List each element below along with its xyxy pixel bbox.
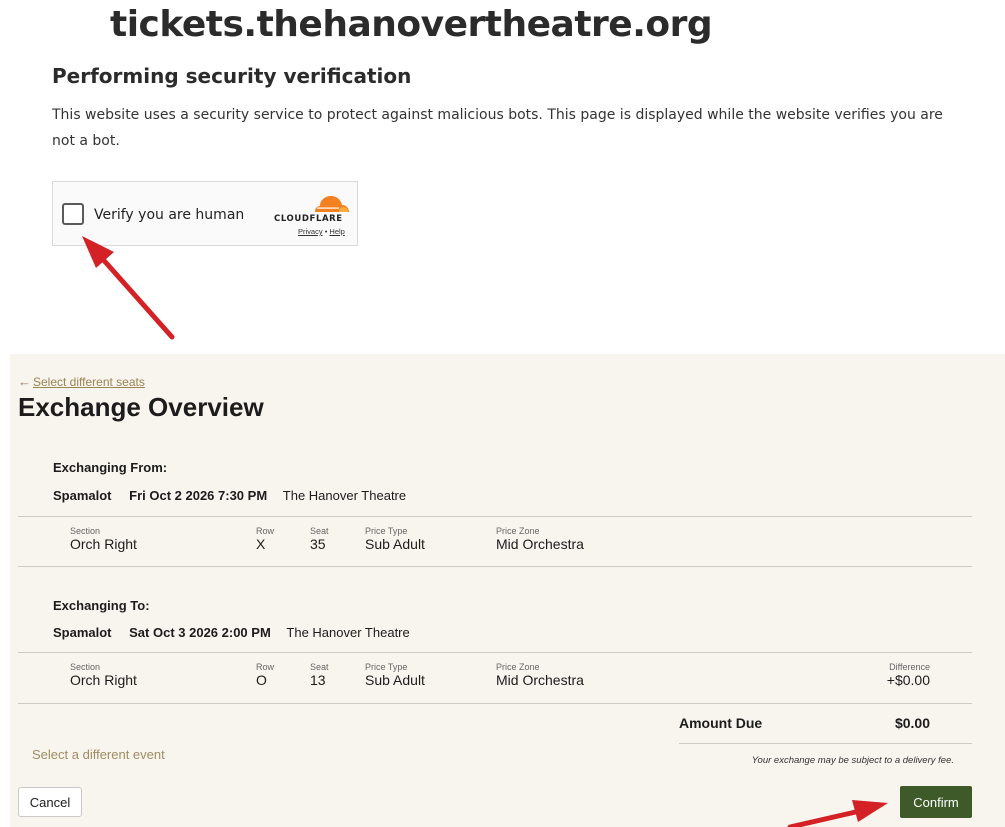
exchange-overview-panel: ← Select different seats Exchange Overvie… [10, 354, 1005, 827]
site-domain: tickets.thehanovertheatre.org [110, 4, 713, 45]
to-section: Section Orch Right [70, 662, 137, 688]
exchanging-to-heading: Exchanging To: [53, 598, 150, 613]
exchanging-from-heading: Exchanging From: [53, 460, 168, 475]
section-value: Orch Right [70, 672, 137, 688]
price-zone-value: Mid Orchestra [496, 672, 584, 688]
price-type-caption: Price Type [365, 662, 408, 672]
arrow-to-checkbox [82, 236, 175, 340]
cloudflare-brand: CLOUDFLARE [274, 214, 343, 224]
cloudflare-turnstile-widget: Verify you are human CLOUDFLARE Privacy … [52, 181, 358, 246]
row-value: X [256, 536, 266, 552]
seat-value: 13 [310, 672, 326, 688]
cancel-button[interactable]: Cancel [18, 787, 82, 817]
cloudflare-cloud-icon [315, 196, 349, 212]
help-link[interactable]: Help [329, 227, 344, 236]
price-zone-value: Mid Orchestra [496, 536, 584, 552]
row-caption: Row [256, 662, 275, 672]
price-type-value: Sub Adult [365, 536, 425, 552]
from-row: Row X [256, 526, 274, 552]
difference-caption: Difference [889, 662, 930, 672]
section-caption: Section [70, 526, 101, 536]
select-different-event-link[interactable]: Select a different event [32, 747, 165, 762]
price-type-caption: Price Type [365, 526, 408, 536]
to-performance-line: Spamalot Sat Oct 3 2026 2:00 PM The Hano… [53, 625, 410, 640]
privacy-link[interactable]: Privacy [298, 227, 323, 236]
seat-value: 35 [310, 536, 326, 552]
from-show-title: Spamalot [53, 488, 112, 503]
delivery-fee-note: Your exchange may be subject to a delive… [751, 755, 954, 766]
from-performance-line: Spamalot Fri Oct 2 2026 7:30 PM The Hano… [53, 488, 406, 503]
verify-human-checkbox[interactable] [62, 203, 84, 225]
links-separator: • [324, 227, 328, 236]
from-section: Section Orch Right [70, 526, 137, 552]
from-price-type: Price Type Sub Adult [365, 526, 425, 552]
price-type-value: Sub Adult [365, 672, 425, 688]
amount-due-label: Amount Due [679, 715, 763, 731]
verification-heading: Performing security verification [52, 64, 412, 88]
divider [18, 652, 972, 653]
from-price-zone: Price Zone Mid Orchestra [496, 526, 584, 552]
to-difference: Difference +$0.00 [887, 662, 930, 688]
difference-value: +$0.00 [886, 672, 930, 688]
divider [18, 566, 972, 567]
divider [18, 516, 972, 517]
row-value: O [256, 672, 267, 688]
price-zone-caption: Price Zone [496, 526, 540, 536]
to-row: Row O [256, 662, 274, 688]
seat-caption: Seat [310, 662, 329, 672]
divider [679, 743, 972, 744]
to-price-type: Price Type Sub Adult [365, 662, 425, 688]
to-show-title: Spamalot [53, 625, 112, 640]
to-datetime: Sat Oct 3 2026 2:00 PM [129, 625, 271, 640]
row-caption: Row [256, 526, 275, 536]
section-caption: Section [70, 662, 101, 672]
back-arrow-icon: ← [18, 374, 31, 389]
to-seat: Seat 13 [310, 662, 329, 688]
page-title: Exchange Overview [18, 392, 264, 422]
confirm-button[interactable]: Confirm [900, 786, 972, 818]
to-price-zone: Price Zone Mid Orchestra [496, 662, 584, 688]
price-zone-caption: Price Zone [496, 662, 540, 672]
back-link-label: Select different seats [33, 375, 145, 389]
from-venue: The Hanover Theatre [282, 488, 407, 503]
from-seat: Seat 35 [310, 526, 329, 552]
verify-human-label: Verify you are human [94, 207, 245, 223]
verification-description: This website uses a security service to … [52, 107, 943, 149]
from-datetime: Fri Oct 2 2026 7:30 PM [129, 488, 268, 503]
seat-caption: Seat [310, 526, 329, 536]
divider [18, 703, 972, 704]
section-value: Orch Right [70, 536, 137, 552]
cloudflare-links: Privacy • Help [298, 227, 345, 236]
amount-due-value: $0.00 [894, 715, 930, 731]
select-different-seats-link[interactable]: ← Select different seats [18, 374, 145, 389]
to-venue: The Hanover Theatre [286, 625, 410, 640]
